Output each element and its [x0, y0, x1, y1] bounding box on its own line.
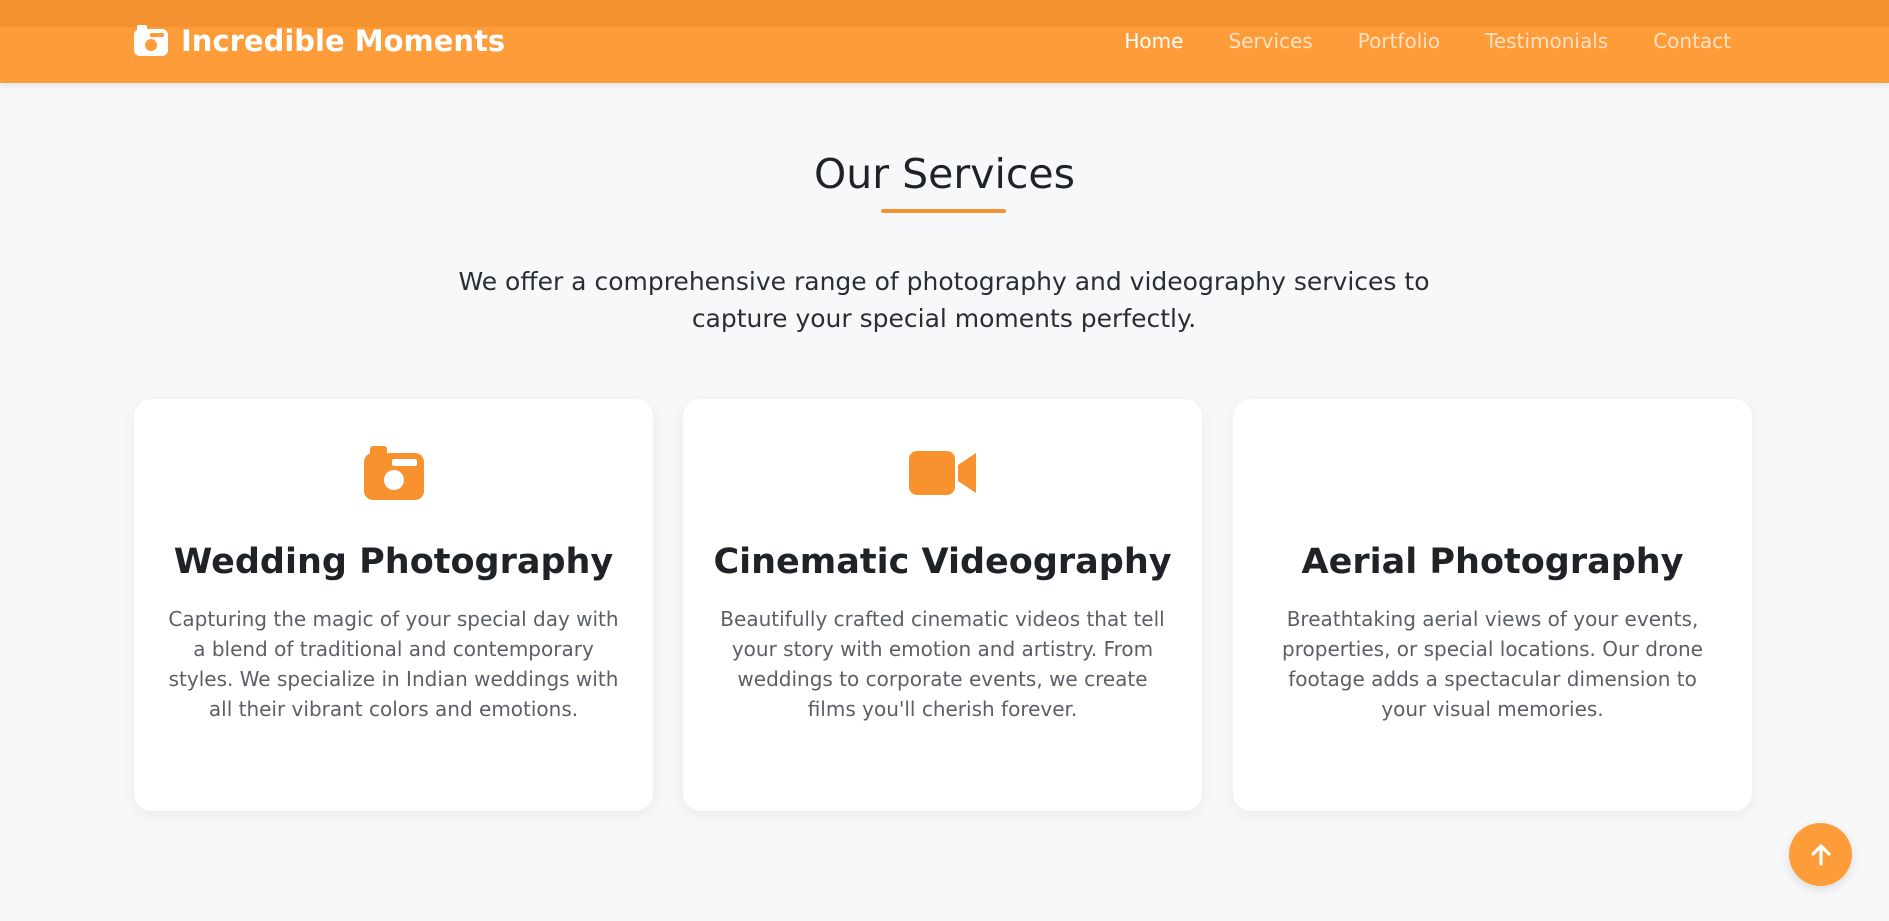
service-card-videography: Cinematic Videography Beautifully crafte…	[683, 399, 1202, 811]
brand-name: Incredible Moments	[181, 24, 506, 58]
top-navbar: Incredible Moments Home Services Portfol…	[0, 0, 1889, 83]
nav-link-testimonials[interactable]: Testimonials	[1485, 26, 1608, 56]
scroll-to-top-button[interactable]	[1789, 823, 1852, 886]
camera-icon	[134, 25, 168, 56]
nav-link-services[interactable]: Services	[1228, 26, 1312, 56]
video-camera-icon	[908, 451, 976, 495]
section-intro: We offer a comprehensive range of photog…	[458, 267, 1430, 333]
arrow-up-icon	[1810, 843, 1831, 866]
brand-logo[interactable]: Incredible Moments	[133, 22, 505, 60]
card-description: Breathtaking aerial views of your events…	[1282, 607, 1703, 721]
service-card-wedding: Wedding Photography Capturing the magic …	[134, 399, 653, 811]
card-title: Cinematic Videography	[713, 542, 1172, 582]
empty-icon-slot	[1233, 443, 1752, 503]
title-underline	[881, 209, 1006, 213]
card-description: Capturing the magic of your special day …	[168, 607, 619, 721]
service-card-aerial: Aerial Photography Breathtaking aerial v…	[1233, 399, 1752, 811]
card-title: Aerial Photography	[1301, 542, 1684, 582]
section-title: Our Services	[813, 150, 1076, 198]
card-title: Wedding Photography	[173, 542, 614, 582]
nav-link-home[interactable]: Home	[1124, 26, 1183, 56]
camera-icon	[363, 446, 424, 500]
nav-link-portfolio[interactable]: Portfolio	[1358, 26, 1440, 56]
main-nav: Home Services Portfolio Testimonials Con…	[1124, 26, 1731, 56]
card-description: Beautifully crafted cinematic videos tha…	[720, 607, 1165, 721]
nav-link-contact[interactable]: Contact	[1653, 26, 1731, 56]
